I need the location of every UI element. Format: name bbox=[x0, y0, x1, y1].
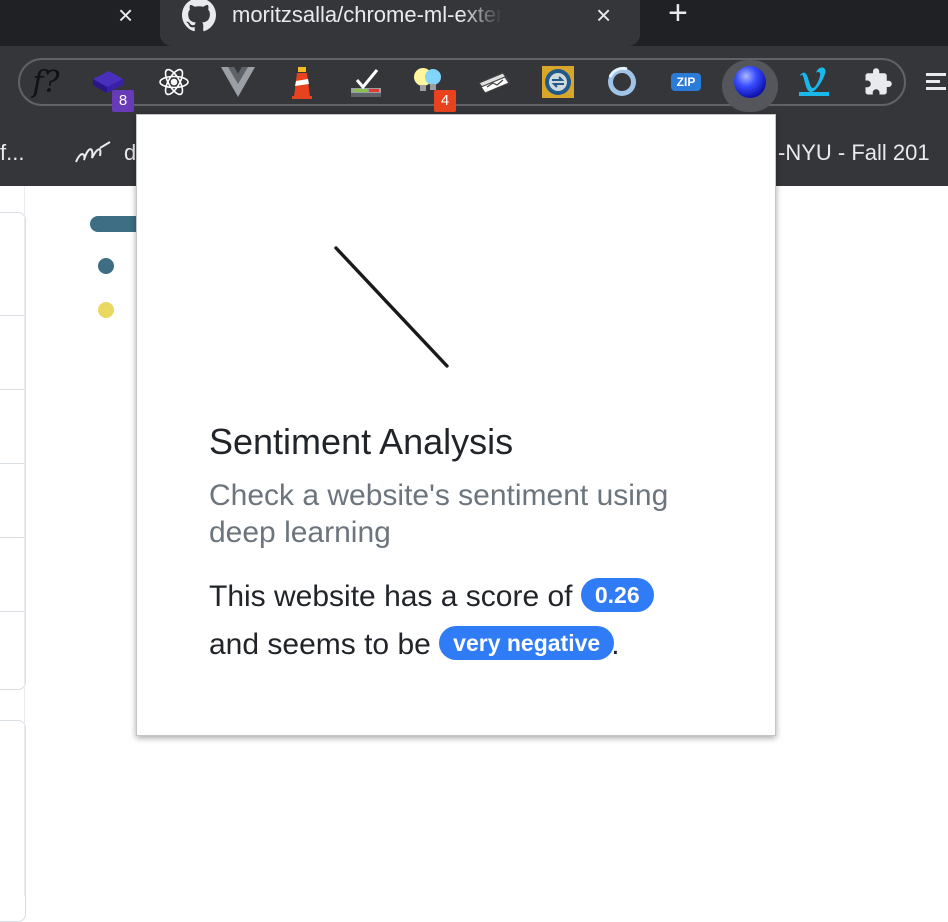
sentiment-popup: Sentiment Analysis Check a website's sen… bbox=[136, 114, 776, 736]
signature-icon[interactable] bbox=[74, 138, 114, 173]
language-dot bbox=[98, 302, 114, 318]
tab-strip: × moritzsalla/chrome-ml-extension × + bbox=[0, 0, 948, 46]
close-tab-button[interactable]: × bbox=[118, 0, 133, 30]
column-divider bbox=[24, 186, 25, 896]
file-list-panel bbox=[0, 212, 26, 690]
checklist-icon[interactable] bbox=[348, 64, 384, 100]
row-divider bbox=[0, 537, 25, 538]
result-text: This website has a score of bbox=[209, 580, 573, 613]
popup-subtitle: Check a website's sentiment using deep l… bbox=[209, 479, 669, 549]
active-tab-title: moritzsalla/chrome-ml-extension bbox=[232, 2, 502, 27]
score-badge: 0.26 bbox=[580, 578, 654, 613]
ring-icon[interactable] bbox=[604, 64, 640, 100]
result-text: and seems to be bbox=[209, 628, 431, 661]
popup-title: Sentiment Analysis bbox=[209, 421, 514, 462]
puzzle-icon[interactable] bbox=[860, 64, 896, 100]
cards-icon[interactable] bbox=[476, 64, 512, 100]
new-tab-button[interactable]: + bbox=[668, 0, 688, 30]
zip-icon[interactable]: ZIP bbox=[668, 64, 704, 100]
sentiment-gauge-needle bbox=[334, 246, 449, 368]
secondary-panel bbox=[0, 720, 26, 922]
bulbs-icon[interactable]: 4 bbox=[410, 64, 456, 112]
row-divider bbox=[0, 463, 25, 464]
stack-extension-icon[interactable]: 8 bbox=[90, 64, 134, 112]
extension-badge: 8 bbox=[112, 90, 134, 112]
react-icon[interactable] bbox=[156, 64, 192, 100]
row-divider bbox=[0, 315, 25, 316]
chrome-menu-icon[interactable] bbox=[924, 64, 948, 100]
lighthouse-icon[interactable] bbox=[284, 64, 320, 100]
f-question-extension-icon[interactable]: f? bbox=[28, 64, 64, 100]
vue-icon[interactable] bbox=[220, 64, 256, 100]
currency-icon[interactable] bbox=[540, 64, 576, 100]
bookmark-item[interactable]: d bbox=[124, 140, 136, 166]
row-divider bbox=[0, 389, 25, 390]
sentiment-result: This website has a score of 0.26 and see… bbox=[209, 573, 749, 669]
github-icon bbox=[182, 0, 216, 37]
close-active-tab-button[interactable]: × bbox=[596, 0, 611, 30]
language-dot bbox=[98, 258, 114, 274]
bookmark-item[interactable]: f... bbox=[0, 140, 24, 166]
row-divider bbox=[0, 611, 25, 612]
sentiment-extension-icon[interactable] bbox=[732, 64, 768, 100]
bookmark-item[interactable]: -NYU - Fall 201 bbox=[778, 140, 930, 166]
active-tab[interactable]: moritzsalla/chrome-ml-extension × bbox=[160, 0, 640, 46]
vimeo-icon[interactable] bbox=[796, 64, 832, 100]
toolbar: f? 8 4 ZIP bbox=[0, 46, 948, 120]
verdict-badge: very negative bbox=[439, 626, 615, 661]
extension-badge: 4 bbox=[434, 90, 456, 112]
